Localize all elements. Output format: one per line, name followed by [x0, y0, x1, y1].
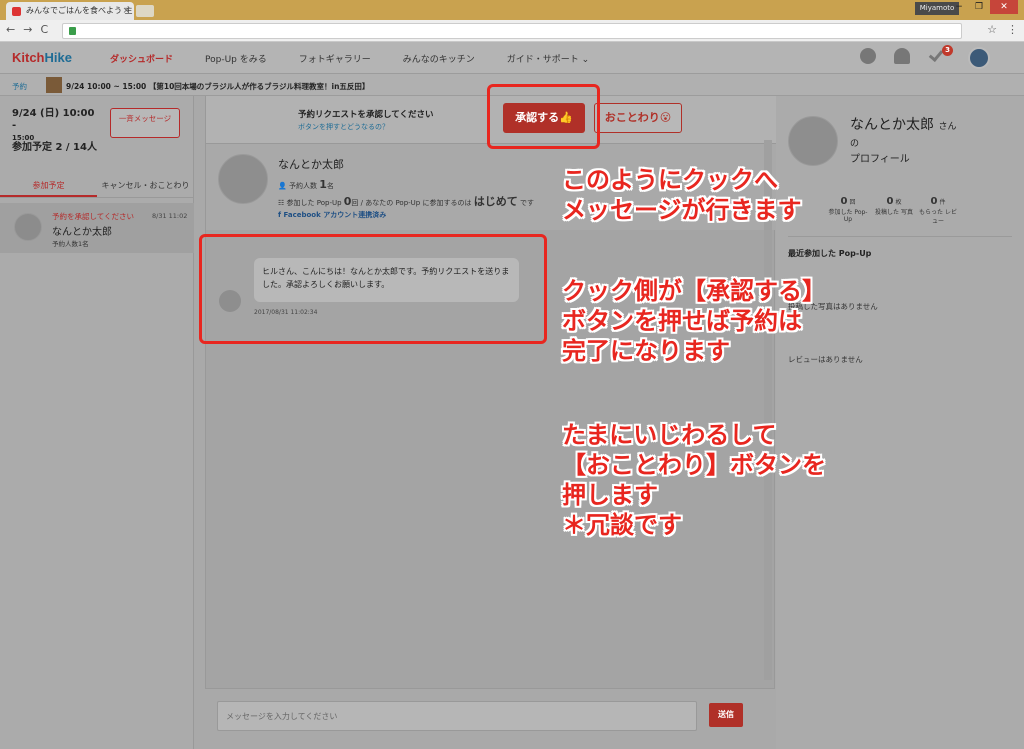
- message-composer: メッセージを入力してください 送信: [205, 688, 775, 749]
- send-button[interactable]: 送信: [709, 703, 743, 727]
- annotation-message: このようにクックへ メッセージが行きます: [562, 166, 802, 224]
- attendance-count: 参加予定 2 / 14人: [12, 142, 97, 153]
- participant-tabs: 参加予定 キャンセル・おことわり: [0, 176, 194, 198]
- facebook-icon: f: [278, 211, 282, 219]
- forward-icon[interactable]: →: [23, 23, 32, 36]
- nav-buttons: ← → C: [6, 23, 48, 36]
- stat-reviews: 0 件もらった レビュー: [919, 196, 957, 225]
- menu-kitchen[interactable]: みんなのキッチン: [403, 52, 475, 65]
- browser-menu-icon[interactable]: ⋮: [1007, 23, 1018, 36]
- new-tab-button[interactable]: [136, 5, 154, 17]
- close-window-icon[interactable]: ✕: [990, 0, 1018, 14]
- status-text: 予約を承認してください: [52, 212, 135, 221]
- tab-close-icon[interactable]: ×: [122, 2, 130, 20]
- maximize-icon[interactable]: ❐: [970, 0, 988, 14]
- avatar: [788, 116, 838, 166]
- menu-popup[interactable]: Pop-Up をみる: [205, 52, 267, 65]
- back-icon[interactable]: ←: [6, 23, 15, 36]
- recent-popup-title: 最近参加した Pop-Up: [788, 249, 872, 258]
- site-header: KitchHike ダッシュボード Pop-Up をみる フォトギャラリー みん…: [0, 42, 1024, 74]
- breadcrumb-event: 9/24 10:00 ~ 15:00 【第10回本場のブラジル人が作るブラジル料…: [66, 82, 370, 91]
- bell-icon[interactable]: [894, 48, 910, 64]
- profile-label: プロフィール: [850, 154, 910, 165]
- decline-button[interactable]: おことわり😮: [594, 103, 682, 133]
- main-menu: ダッシュボード Pop-Up をみる フォトギャラリー みんなのキッチン ガイド…: [110, 52, 621, 65]
- person-icon: 👤: [278, 182, 287, 190]
- browser-tab[interactable]: みんなでごはんを食べよう 主 ×: [6, 2, 134, 20]
- profile-name: なんとか太郎 さん: [850, 117, 957, 133]
- timestamp: 8/31 11:02: [152, 212, 188, 220]
- message-input[interactable]: メッセージを入力してください: [217, 701, 697, 731]
- avatar: [14, 213, 42, 241]
- menu-guide[interactable]: ガイド・サポート ⌄: [507, 52, 589, 65]
- guest-name[interactable]: なんとか太郎: [278, 156, 344, 172]
- avatar[interactable]: [218, 154, 268, 204]
- reservation-count: 👤 予約人数 1名: [278, 178, 334, 191]
- participant-name: なんとか太郎: [52, 227, 112, 238]
- annotation-frame-approve: [487, 84, 600, 149]
- request-help-link[interactable]: ボタンを押すとどうなるの？: [298, 122, 389, 132]
- annotation-approve: クック側が【承認する】 ボタンを押せば予約は 完了になります: [562, 277, 826, 365]
- participation-info: ☷ 参加した Pop-Up 0回 / あなたの Pop-Up に参加するのは は…: [278, 195, 534, 208]
- stat-photos: 0 枚投稿した 写真: [875, 196, 913, 216]
- menu-gallery[interactable]: フォトギャラリー: [299, 52, 371, 65]
- tab-cancelled[interactable]: キャンセル・おことわり: [97, 176, 194, 197]
- bulk-message-button[interactable]: 一斉メッセージ: [110, 108, 180, 138]
- divider: [788, 236, 1012, 237]
- tab-title: みんなでごはんを食べよう 主: [26, 6, 133, 15]
- site-favicon-icon: [12, 7, 21, 16]
- browser-toolbar: ← → C ☆ ⋮: [0, 20, 1024, 42]
- breadcrumb-root[interactable]: 予約: [12, 81, 27, 92]
- event-thumbnail: [46, 77, 62, 93]
- minimize-icon[interactable]: −: [950, 0, 968, 14]
- chat-icon[interactable]: [860, 48, 876, 64]
- left-panel: 9/24 (日) 10:00 -15:00 参加予定 2 / 14人 一斉メッセ…: [0, 96, 194, 749]
- profile-stats: 0 回参加した Pop-Up 0 枚投稿した 写真 0 件もらった レビュー: [776, 196, 1024, 232]
- annotation-decline: たまにいじわるして 【おことわり】ボタンを 押します ＊冗談です: [562, 421, 826, 539]
- menu-dashboard[interactable]: ダッシュボード: [110, 52, 173, 65]
- window-controls: − ❐ ✕: [950, 0, 1018, 16]
- participant-list-item[interactable]: 予約を承認してください 8/31 11:02 なんとか太郎 予約人数1名: [0, 203, 194, 253]
- user-avatar[interactable]: [968, 47, 990, 69]
- notification-badge: 3: [942, 45, 953, 56]
- annotation-frame-message: [199, 234, 547, 344]
- kitchhike-logo[interactable]: KitchHike: [12, 50, 72, 65]
- history-icon: ☷: [278, 199, 285, 207]
- reload-icon[interactable]: C: [40, 23, 48, 36]
- request-title: 予約リクエストを承認してください: [298, 110, 434, 120]
- profile-no: の: [850, 139, 860, 149]
- browser-titlebar: みんなでごはんを食べよう 主 × Miyamoto − ❐ ✕: [0, 0, 1024, 20]
- address-bar[interactable]: [62, 23, 962, 39]
- bookmark-star-icon[interactable]: ☆: [987, 23, 997, 36]
- facebook-linked: f Facebook アカウント連携済み: [278, 211, 387, 219]
- lock-icon: [69, 27, 76, 35]
- stat-participated: 0 回参加した Pop-Up: [828, 196, 868, 223]
- participant-sub: 予約人数1名: [52, 240, 89, 248]
- tab-attending[interactable]: 参加予定: [0, 176, 97, 197]
- toolbar-right: ☆ ⋮: [987, 23, 1018, 36]
- header-icons: [860, 46, 944, 64]
